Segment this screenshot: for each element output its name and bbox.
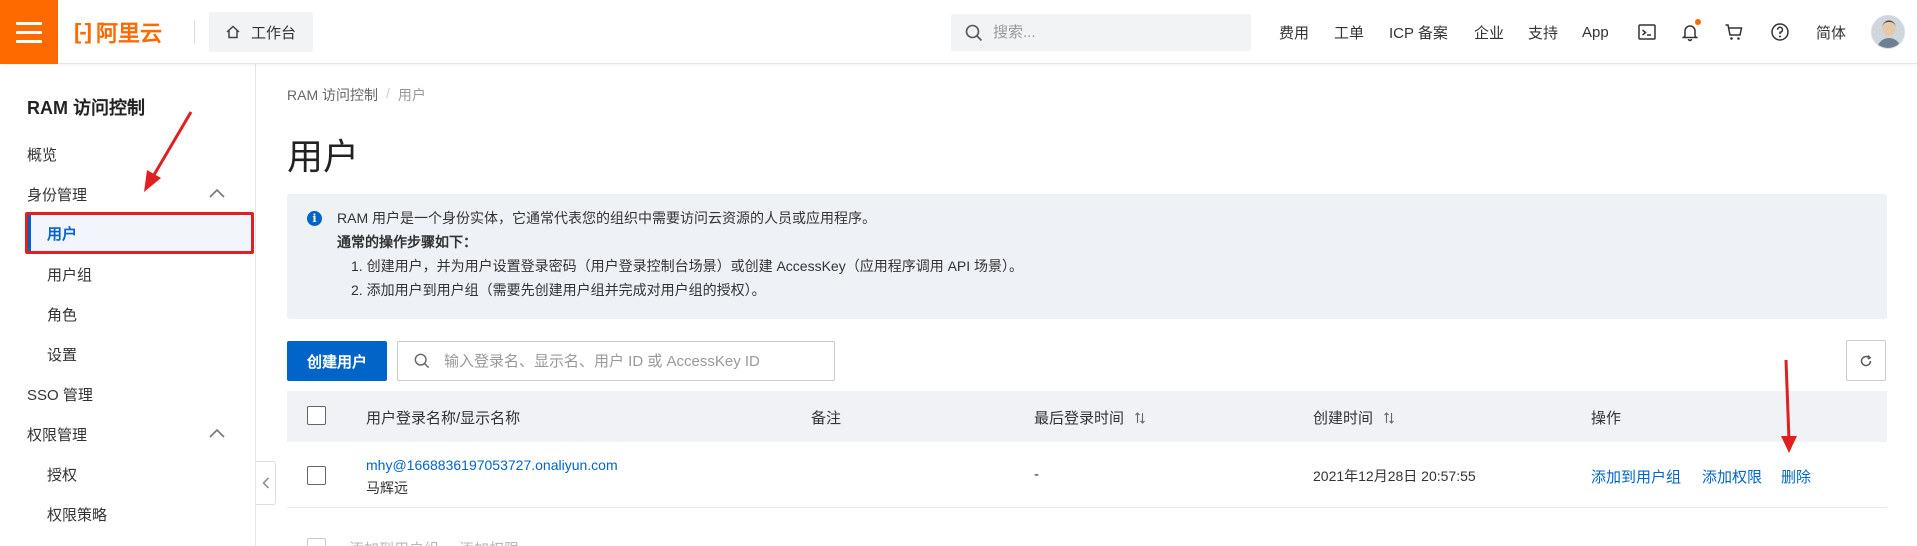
nav-tickets[interactable]: 工单	[1334, 0, 1364, 64]
sidebar-item-users[interactable]: 用户	[47, 223, 77, 244]
nav-icp[interactable]: ICP 备案	[1389, 0, 1448, 64]
add-to-group-link[interactable]: 添加到用户组	[1591, 466, 1681, 487]
column-header-name: 用户登录名称/显示名称	[366, 407, 520, 428]
nav-enterprise[interactable]: 企业	[1474, 0, 1504, 64]
terminal-icon[interactable]	[1635, 20, 1659, 44]
logo-text: 阿里云	[95, 21, 162, 46]
user-display-name: 马辉远	[366, 480, 408, 496]
column-header-created[interactable]: 创建时间	[1313, 407, 1395, 428]
user-search-box[interactable]	[397, 341, 835, 381]
info-step-1: 1. 创建用户，并为用户设置登录密码（用户登录控制台场景）或创建 AccessK…	[351, 258, 1024, 274]
refresh-icon	[1860, 354, 1872, 366]
sort-icon[interactable]	[1134, 411, 1146, 424]
column-label: 最后登录时间	[1034, 410, 1125, 427]
menu-line	[16, 21, 42, 25]
user-search-input[interactable]	[444, 352, 824, 370]
home-icon	[226, 25, 240, 39]
search-icon	[414, 353, 430, 369]
chevron-up-icon[interactable]	[208, 187, 226, 199]
page-title: 用户	[287, 136, 360, 177]
column-header-remark: 备注	[811, 407, 841, 428]
table-row: mhy@1668836197053727.onaliyun.com 马辉远 - …	[287, 442, 1887, 508]
workbench-button[interactable]: 工作台	[209, 12, 313, 52]
avatar-person-icon	[1872, 16, 1904, 48]
nav-app[interactable]: App	[1582, 0, 1609, 64]
sidebar-item-user-groups[interactable]: 用户组	[47, 264, 92, 285]
column-label: 用户登录名称/显示名称	[366, 410, 521, 427]
column-header-actions: 操作	[1591, 407, 1621, 428]
language-switch[interactable]: 简体	[1816, 0, 1846, 64]
help-icon[interactable]	[1768, 20, 1792, 44]
info-alert: i RAM 用户是一个身份实体，它通常代表您的组织中需要访问云资源的人员或应用程…	[287, 194, 1887, 319]
user-last-login: -	[1034, 466, 1039, 483]
bulk-select-checkbox[interactable]	[307, 538, 326, 546]
sort-icon[interactable]	[1383, 411, 1395, 424]
bulk-actions-bar: 添加到用户组 添加权限	[287, 508, 1887, 546]
hamburger-menu-button[interactable]	[0, 0, 58, 64]
bell-icon[interactable]	[1678, 19, 1702, 44]
add-permission-link[interactable]: 添加权限	[1702, 466, 1762, 487]
sidebar: RAM 访问控制 概览 身份管理 用户 用户组 角色 设置 SSO 管理 权限管…	[0, 64, 256, 546]
search-icon	[965, 24, 983, 41]
divider	[194, 20, 195, 44]
user-login-name-link[interactable]: mhy@1668836197053727.onaliyun.com	[366, 457, 618, 473]
sidebar-item-roles[interactable]: 角色	[47, 304, 77, 325]
user-avatar[interactable]	[1871, 15, 1905, 49]
column-label: 操作	[1591, 410, 1622, 427]
create-user-button[interactable]: 创建用户	[287, 341, 387, 381]
menu-line	[16, 30, 42, 34]
breadcrumb: RAM 访问控制 / 用户	[287, 85, 426, 105]
sidebar-item-overview[interactable]: 概览	[27, 144, 57, 165]
nav-billing[interactable]: 费用	[1279, 0, 1309, 64]
breadcrumb-item-ram[interactable]: RAM 访问控制	[287, 85, 378, 105]
sidebar-collapse-button[interactable]	[256, 461, 276, 505]
logo-mark-icon: [-]	[74, 19, 92, 44]
row-checkbox[interactable]	[307, 466, 326, 485]
sidebar-group-permissions[interactable]: 权限管理	[27, 424, 87, 445]
info-steps-title: 通常的操作步骤如下：	[337, 234, 477, 250]
table-header: 用户登录名称/显示名称 备注 最后登录时间 创建时间 操作	[287, 391, 1887, 442]
breadcrumb-item-users: 用户	[397, 87, 426, 103]
sidebar-item-policies[interactable]: 权限策略	[47, 504, 107, 525]
global-search[interactable]	[951, 14, 1251, 51]
aliyun-logo[interactable]: [-] 阿里云	[74, 17, 162, 47]
global-search-input[interactable]	[993, 24, 1233, 41]
breadcrumb-separator: /	[386, 85, 390, 101]
sidebar-item-sso[interactable]: SSO 管理	[27, 384, 93, 405]
info-intro: RAM 用户是一个身份实体，它通常代表您的组织中需要访问云资源的人员或应用程序。	[337, 210, 876, 226]
bulk-add-permission-button[interactable]: 添加权限	[459, 538, 519, 546]
column-label: 备注	[811, 410, 842, 427]
info-icon: i	[307, 211, 322, 226]
nav-support[interactable]: 支持	[1528, 0, 1558, 64]
sidebar-item-grants[interactable]: 授权	[47, 464, 77, 485]
column-label: 创建时间	[1313, 410, 1374, 427]
sidebar-item-settings[interactable]: 设置	[47, 344, 77, 365]
notification-dot	[1695, 19, 1701, 25]
sidebar-title: RAM 访问控制	[27, 98, 145, 118]
select-all-checkbox[interactable]	[307, 406, 326, 425]
delete-link[interactable]: 删除	[1781, 466, 1811, 487]
info-step-2: 2. 添加用户到用户组（需要先创建用户组并完成对用户组的授权）。	[351, 282, 766, 298]
workbench-label: 工作台	[251, 24, 297, 42]
column-header-last-login[interactable]: 最后登录时间	[1034, 407, 1146, 428]
menu-line	[16, 39, 42, 43]
chevron-left-icon	[261, 477, 269, 489]
top-navbar: [-] 阿里云 工作台 费用 工单 ICP 备案 企业 支持 App 简体	[0, 0, 1917, 64]
active-indicator	[28, 215, 31, 251]
refresh-button[interactable]	[1846, 340, 1886, 381]
user-created-time: 2021年12月28日 20:57:55	[1313, 468, 1476, 484]
cart-icon[interactable]	[1722, 20, 1746, 44]
bulk-add-to-group-button[interactable]: 添加到用户组	[349, 538, 439, 546]
sidebar-group-identity[interactable]: 身份管理	[27, 184, 87, 205]
chevron-up-icon[interactable]	[208, 427, 226, 439]
